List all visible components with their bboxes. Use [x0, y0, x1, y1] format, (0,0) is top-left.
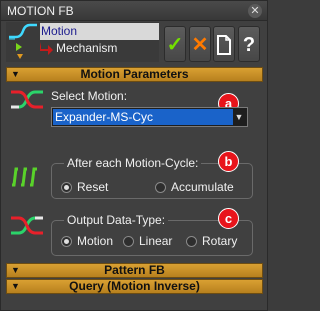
- tree-item-motion[interactable]: Motion: [6, 23, 159, 40]
- radio-label: Accumulate: [171, 180, 234, 194]
- radio-label: Reset: [77, 180, 109, 194]
- radio-unselected-icon: [123, 236, 134, 247]
- radio-accumulate[interactable]: Accumulate: [155, 180, 234, 194]
- document-icon: [217, 35, 231, 55]
- collapse-arrow-icon: ▼: [11, 69, 20, 79]
- chevron-down-icon[interactable]: ▼: [232, 109, 246, 125]
- badge-c: c: [218, 208, 239, 229]
- title-bar: MOTION FB ✕: [1, 1, 267, 21]
- radio-label: Rotary: [202, 234, 238, 248]
- radio-reset[interactable]: Reset: [61, 180, 108, 194]
- element-tree: Motion Mechanism: [6, 22, 159, 62]
- motion-fb-window: MOTION FB ✕ Motion Mechanism ✓ ✕ ? ▼ Mot…: [0, 0, 268, 311]
- radio-label: Motion: [77, 234, 114, 248]
- section-motion-parameters[interactable]: ▼ Motion Parameters: [6, 67, 263, 82]
- document-button[interactable]: [213, 26, 235, 62]
- ok-button[interactable]: ✓: [164, 26, 186, 62]
- question-mark-icon: ?: [242, 34, 256, 56]
- section-pattern-fb[interactable]: ▼ Pattern FB: [6, 263, 263, 278]
- collapse-arrow-icon: ▼: [11, 265, 20, 275]
- section-query[interactable]: ▼ Query (Motion Inverse): [6, 279, 263, 294]
- close-x-icon: ✕: [191, 34, 209, 56]
- tree-item-label: Motion: [40, 23, 159, 40]
- radio-selected-icon: [61, 182, 72, 193]
- check-icon: ✓: [166, 34, 184, 56]
- radio-unselected-icon: [155, 182, 166, 193]
- mechanism-arrow-icon: [40, 42, 53, 55]
- motion-curve-icon: [9, 23, 37, 40]
- section-title: Motion Parameters: [80, 67, 189, 81]
- collapse-arrow-icon: ▼: [11, 281, 20, 291]
- cycle-steps-icon: [12, 167, 37, 187]
- motion-switch-icon: [11, 90, 43, 109]
- radio-motion[interactable]: Motion: [61, 234, 113, 248]
- output-type-icon: [11, 216, 43, 235]
- radio-unselected-icon: [186, 236, 197, 247]
- select-motion-label: Select Motion:: [51, 89, 128, 103]
- badge-b: b: [218, 151, 239, 172]
- output-type-title: Output Data-Type:: [64, 213, 169, 227]
- select-motion-value: Expander-MS-Cyc: [53, 109, 233, 125]
- tree-item-label: Mechanism: [56, 41, 118, 55]
- radio-rotary[interactable]: Rotary: [186, 234, 237, 248]
- help-button[interactable]: ?: [238, 26, 260, 62]
- radio-selected-icon: [61, 236, 72, 247]
- select-motion-dropdown[interactable]: Expander-MS-Cyc ▼: [51, 107, 248, 127]
- close-icon[interactable]: ✕: [248, 4, 262, 18]
- expand-arrows-icon: [16, 43, 23, 59]
- cancel-button[interactable]: ✕: [189, 26, 211, 62]
- section-title: Query (Motion Inverse): [69, 279, 200, 293]
- radio-label: Linear: [139, 234, 173, 248]
- window-title: MOTION FB: [7, 4, 74, 18]
- after-cycle-title: After each Motion-Cycle:: [64, 156, 202, 170]
- section-title: Pattern FB: [104, 263, 165, 277]
- radio-linear[interactable]: Linear: [123, 234, 172, 248]
